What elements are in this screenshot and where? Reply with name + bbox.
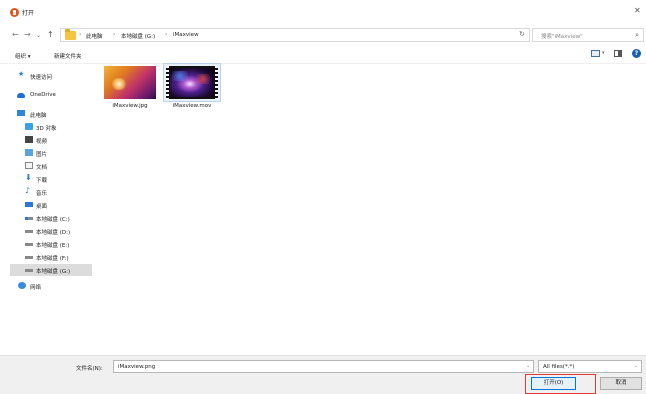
breadcrumb-separator: ›	[79, 31, 82, 38]
download-icon: ⬇	[25, 173, 32, 182]
sidebar-item-label: 本地磁盘 (E:)	[36, 243, 70, 249]
filetype-select[interactable]: All files(*.*) ⌄	[538, 360, 642, 373]
title-bar: 打开 ✕	[0, 0, 646, 24]
navigation-pane: ★ 快速访问 OneDrive 此电脑 3D 对象 视频 图片 文档 ⬇ 下载 …	[10, 66, 92, 348]
document-icon	[25, 162, 33, 169]
sidebar-item-drive-g[interactable]: 本地磁盘 (G:)	[10, 264, 92, 276]
filename-input[interactable]	[113, 360, 534, 373]
back-arrow-icon[interactable]: ←	[12, 30, 19, 39]
drive-icon	[25, 243, 33, 246]
sidebar-item-videos[interactable]: 视频	[10, 134, 92, 146]
music-icon: ♪	[25, 186, 31, 195]
sidebar-item-label: 视频	[36, 139, 48, 145]
search-placeholder: 搜索"iMaxview"	[541, 34, 583, 40]
refresh-icon[interactable]: ↻	[519, 30, 525, 38]
sidebar-item-label: 本地磁盘 (F:)	[36, 256, 69, 262]
desktop-icon	[25, 202, 33, 207]
sidebar-item-drive-d[interactable]: 本地磁盘 (D:)	[10, 225, 92, 237]
organize-button[interactable]: 组织 ▾	[15, 52, 31, 60]
search-input[interactable]: 搜索"iMaxview" ⌕	[532, 28, 644, 42]
breadcrumb-imaxview[interactable]: iMaxview	[173, 32, 199, 38]
cube-icon	[25, 123, 33, 130]
forward-arrow-icon[interactable]: →	[24, 30, 31, 39]
network-icon	[18, 282, 26, 289]
view-mode-icon[interactable]	[591, 50, 600, 57]
sidebar-item-network[interactable]: 网络	[10, 280, 92, 292]
sidebar-item-label: 本地磁盘 (D:)	[36, 230, 71, 236]
up-arrow-icon[interactable]: ↑	[47, 30, 54, 39]
sidebar-item-label: 文档	[36, 165, 48, 171]
sidebar-item-label: 快速访问	[30, 75, 53, 81]
sidebar-item-label: 此电脑	[30, 113, 47, 119]
filename-label: 文件名(N):	[76, 366, 103, 372]
star-icon: ★	[18, 70, 25, 78]
sidebar-item-pictures[interactable]: 图片	[10, 147, 92, 159]
breadcrumb-separator: ›	[113, 31, 116, 38]
sidebar-item-label: 图片	[36, 152, 48, 158]
image-thumbnail	[104, 66, 156, 99]
cancel-button[interactable]: 取消	[600, 377, 642, 390]
preview-pane-icon[interactable]	[614, 50, 622, 57]
address-bar[interactable]: › 此电脑 › 本地磁盘 (G:) › iMaxview ⌄	[60, 28, 574, 42]
window-title: 打开	[22, 10, 35, 17]
new-folder-button[interactable]: 新建文件夹	[54, 52, 82, 60]
filename-history-chevron-icon[interactable]: ⌄	[526, 363, 530, 369]
drive-icon	[25, 269, 33, 272]
file-name: iMaxview.mov	[172, 103, 212, 109]
app-icon	[10, 8, 19, 17]
sidebar-item-label: OneDrive	[30, 92, 56, 98]
sidebar-item-documents[interactable]: 文档	[10, 160, 92, 172]
chevron-down-icon: ⌄	[633, 363, 638, 369]
film-strip-icon	[166, 66, 169, 99]
sidebar-item-label: 本地磁盘 (C:)	[36, 217, 70, 223]
system-drive-icon	[25, 217, 33, 220]
sidebar-item-label: 3D 对象	[36, 126, 57, 132]
sidebar-item-drive-e[interactable]: 本地磁盘 (E:)	[10, 238, 92, 250]
sidebar-item-3d-objects[interactable]: 3D 对象	[10, 121, 92, 133]
view-mode-chevron-icon[interactable]: ▾	[602, 50, 605, 56]
filetype-value: All files(*.*)	[543, 364, 575, 370]
recent-locations-chevron-icon[interactable]: ⌄	[36, 31, 41, 40]
folder-icon	[65, 29, 76, 40]
picture-icon	[25, 149, 33, 156]
breadcrumb-local-disk-g[interactable]: 本地磁盘 (G:)	[121, 32, 155, 40]
sidebar-item-label: 下载	[36, 178, 48, 184]
file-name: iMaxview.jpg	[112, 103, 148, 109]
search-icon: ⌕	[635, 31, 639, 39]
sidebar-item-label: 网络	[30, 285, 42, 291]
computer-icon	[17, 110, 25, 116]
drive-icon	[25, 230, 33, 233]
sidebar-item-label: 桌面	[36, 204, 48, 210]
sidebar-item-label: 音乐	[36, 191, 48, 197]
help-icon[interactable]: ?	[632, 49, 641, 58]
breadcrumb-this-pc[interactable]: 此电脑	[86, 32, 103, 40]
sidebar-item-onedrive[interactable]: OneDrive	[10, 89, 92, 101]
video-icon	[25, 136, 33, 143]
sidebar-item-downloads[interactable]: ⬇ 下载	[10, 173, 92, 185]
sidebar-item-this-pc[interactable]: 此电脑	[10, 108, 92, 120]
sidebar-item-music[interactable]: ♪ 音乐	[10, 186, 92, 198]
close-icon[interactable]: ✕	[634, 7, 641, 15]
sidebar-item-label: 本地磁盘 (G:)	[36, 269, 71, 275]
red-highlight-box	[525, 374, 596, 394]
drive-icon	[25, 256, 33, 259]
sidebar-item-drive-c[interactable]: 本地磁盘 (C:)	[10, 212, 92, 224]
cloud-icon	[17, 93, 25, 98]
film-strip-icon	[215, 66, 218, 99]
video-thumbnail	[166, 66, 218, 99]
sidebar-item-drive-f[interactable]: 本地磁盘 (F:)	[10, 251, 92, 263]
sidebar-item-quick-access[interactable]: ★ 快速访问	[10, 70, 92, 82]
command-bar: 组织 ▾ 新建文件夹	[0, 46, 646, 64]
video-frame	[170, 68, 214, 97]
sidebar-item-desktop[interactable]: 桌面	[10, 199, 92, 211]
breadcrumb-separator: ›	[165, 31, 168, 38]
